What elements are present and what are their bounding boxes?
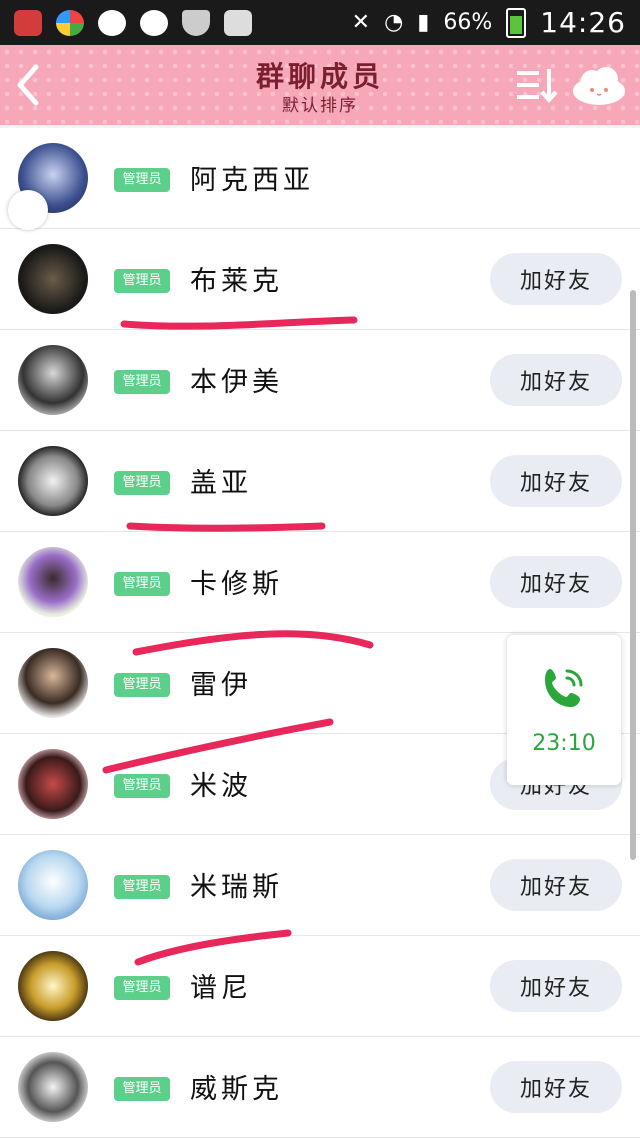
member-row[interactable]: 管理员 布莱克 加好友 [0, 229, 640, 330]
member-name: 盖亚 [190, 468, 252, 499]
admin-badge: 管理员 [114, 673, 170, 697]
avatar [18, 547, 88, 617]
member-name: 本伊美 [190, 367, 283, 398]
admin-badge: 管理员 [114, 1077, 170, 1101]
member-name: 谱尼 [190, 973, 252, 1004]
floating-assist-button[interactable] [8, 190, 48, 230]
member-row[interactable]: 管理员 谱尼 加好友 [0, 936, 640, 1037]
browser-notification-icon [56, 9, 84, 36]
member-row[interactable]: 管理员 威斯克 加好友 [0, 1037, 640, 1138]
app-notification-icon [14, 9, 42, 36]
member-name: 米波 [190, 771, 252, 802]
add-friend-button[interactable]: 加好友 [490, 960, 622, 1012]
add-friend-button[interactable]: 加好友 [490, 455, 622, 507]
admin-badge: 管理员 [114, 774, 170, 798]
add-friend-button[interactable]: 加好友 [490, 859, 622, 911]
add-friend-button[interactable]: 加好友 [490, 354, 622, 406]
member-row[interactable]: 管理员 卡修斯 加好友 [0, 532, 640, 633]
member-row[interactable]: 管理员 本伊美 加好友 [0, 330, 640, 431]
member-name: 卡修斯 [190, 569, 283, 600]
admin-badge: 管理员 [114, 572, 170, 596]
avatar [18, 850, 88, 920]
member-name: 布莱克 [190, 266, 283, 297]
add-friend-button[interactable]: 加好友 [490, 1061, 622, 1113]
add-friend-button[interactable]: 加好友 [490, 253, 622, 305]
cloud-face-icon[interactable] [570, 63, 628, 107]
call-duration: 23:10 [532, 731, 596, 756]
phone-call-icon [545, 669, 583, 707]
member-name: 雷伊 [190, 670, 252, 701]
shield-icon [182, 9, 210, 36]
member-name: 阿克西亚 [190, 165, 314, 196]
avatar [18, 1052, 88, 1122]
admin-badge: 管理员 [114, 269, 170, 293]
status-bar: ✕ ◔ ▮ 66% 14:26 [0, 0, 640, 45]
document-icon [224, 9, 252, 36]
admin-badge: 管理员 [114, 976, 170, 1000]
battery-percent: 66% [443, 10, 493, 35]
avatar [18, 446, 88, 516]
wifi-icon: ◔ [384, 10, 404, 35]
add-friend-button[interactable]: 加好友 [490, 556, 622, 608]
member-name: 威斯克 [190, 1074, 283, 1105]
member-row[interactable]: 管理员 盖亚 加好友 [0, 431, 640, 532]
sort-icon[interactable] [515, 65, 559, 105]
mute-icon: ✕ [351, 10, 371, 35]
call-widget[interactable]: 23:10 [507, 635, 621, 785]
clock: 14:26 [540, 6, 626, 39]
avatar [18, 951, 88, 1021]
admin-badge: 管理员 [114, 370, 170, 394]
avatar [18, 345, 88, 415]
admin-badge: 管理员 [114, 471, 170, 495]
wechat-icon [140, 9, 168, 36]
member-name: 米瑞斯 [190, 872, 283, 903]
member-list: 管理员 阿克西亚 管理员 布莱克 加好友 管理员 本伊美 加好友 管理员 盖亚 … [0, 128, 640, 1138]
member-row[interactable]: 管理员 米瑞斯 加好友 [0, 835, 640, 936]
member-row[interactable]: 管理员 阿克西亚 [0, 128, 640, 229]
avatar [18, 648, 88, 718]
admin-badge: 管理员 [114, 875, 170, 899]
battery-icon [506, 7, 527, 38]
avatar [18, 749, 88, 819]
signal-icon: ▮ [417, 10, 430, 35]
scrollbar[interactable] [630, 290, 636, 860]
avatar [18, 244, 88, 314]
title-bar: 群聊成员 默认排序 [0, 45, 640, 125]
wechat-icon [98, 9, 126, 36]
admin-badge: 管理员 [114, 168, 170, 192]
